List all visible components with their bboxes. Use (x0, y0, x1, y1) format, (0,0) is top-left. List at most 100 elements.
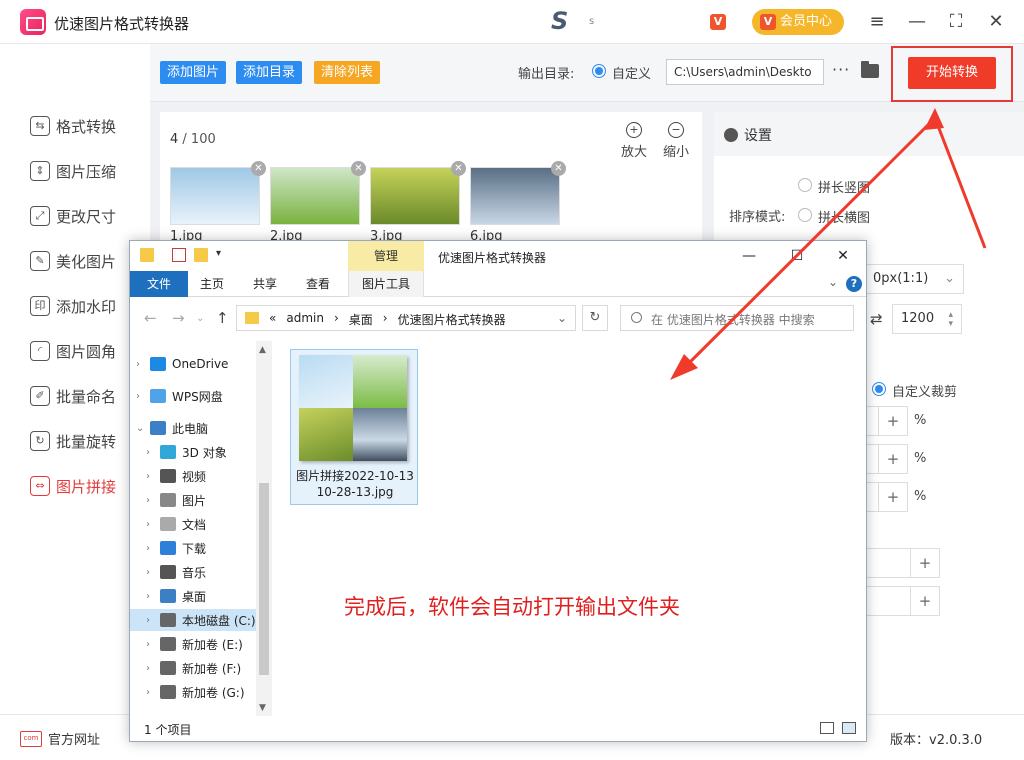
ribbon-home-tab[interactable]: 主页 (200, 271, 224, 297)
vertical-mode-radio[interactable] (798, 178, 812, 192)
output-path-input[interactable]: C:\Users\admin\Deskto (666, 59, 824, 85)
chevron-right-icon[interactable]: › (146, 567, 160, 578)
explorer-close-icon[interactable]: ✕ (828, 245, 858, 267)
zoom-in-button[interactable]: + 放大 (614, 122, 654, 160)
nav-item[interactable]: › 新加卷 (F:) (130, 657, 256, 679)
more-options-icon[interactable]: ··· (832, 60, 850, 79)
ribbon-share-tab[interactable]: 共享 (253, 271, 277, 297)
sidebar-item-format-convert[interactable]: ⇆ 格式转换 (30, 114, 116, 138)
image-thumbnail[interactable]: ✕ (370, 161, 466, 225)
nav-item[interactable]: › 下载 (130, 537, 256, 559)
ribbon-picture-tools-tab[interactable]: 图片工具 (348, 271, 424, 297)
sidebar-item-compress[interactable]: ⇕ 图片压缩 (30, 159, 116, 183)
start-convert-button[interactable]: 开始转换 (908, 57, 996, 89)
chevron-right-icon[interactable]: › (146, 471, 160, 482)
spacing-plus-button[interactable]: + (910, 586, 940, 616)
chevron-right-icon[interactable]: › (146, 615, 160, 626)
refresh-icon[interactable]: ↻ (582, 305, 608, 331)
zoom-out-button[interactable]: − 缩小 (656, 122, 696, 160)
close-icon[interactable]: ✕ (984, 10, 1008, 34)
properties-icon[interactable] (172, 248, 186, 262)
breadcrumb-item[interactable]: 优速图片格式转换器 (398, 311, 506, 330)
large-icons-view-icon[interactable] (842, 722, 856, 734)
vip-icon[interactable]: V (710, 14, 726, 30)
custom-crop-radio[interactable] (872, 382, 886, 396)
nav-item[interactable]: › 音乐 (130, 561, 256, 583)
sidebar-item-beautify[interactable]: ✎ 美化图片 (30, 249, 116, 273)
nav-item[interactable]: › 新加卷 (G:) (130, 681, 256, 703)
back-arrow-icon[interactable]: ← (144, 309, 157, 327)
chevron-right-icon[interactable]: › (136, 359, 150, 370)
explorer-minimize-icon[interactable]: — (734, 245, 764, 267)
nav-item[interactable]: › OneDrive (130, 353, 256, 375)
swap-icon[interactable]: ⇄ (870, 310, 883, 328)
horizontal-mode-radio[interactable] (798, 208, 812, 222)
nav-item[interactable]: › 3D 对象 (130, 441, 256, 463)
crop-top-plus-button[interactable]: + (878, 406, 908, 436)
remove-image-icon[interactable]: ✕ (451, 161, 466, 176)
remove-image-icon[interactable]: ✕ (551, 161, 566, 176)
chevron-right-icon[interactable]: › (146, 519, 160, 530)
chevron-right-icon[interactable]: › (146, 591, 160, 602)
recent-dropdown-icon[interactable]: ⌄ (196, 313, 204, 324)
scroll-up-icon[interactable]: ▲ (259, 345, 266, 355)
up-arrow-icon[interactable]: ↑ (216, 309, 229, 327)
ribbon-expand-icon[interactable]: ⌄ (828, 275, 838, 289)
chevron-down-icon[interactable]: ⌄ (136, 423, 150, 434)
chevron-right-icon[interactable]: › (146, 543, 160, 554)
quick-access-dropdown-icon[interactable]: ▾ (216, 248, 230, 262)
sidebar-item-stitch[interactable]: ⇔ 图片拼接 (30, 474, 116, 498)
sidebar-item-resize[interactable]: ⤢ 更改尺寸 (30, 204, 116, 228)
nav-item[interactable]: ⌄ 此电脑 (130, 417, 256, 439)
remove-image-icon[interactable]: ✕ (351, 161, 366, 176)
address-dropdown-icon[interactable]: ⌄ (557, 311, 567, 330)
minimize-icon[interactable]: — (905, 10, 929, 34)
breadcrumb-separator[interactable]: › (334, 311, 339, 330)
remove-image-icon[interactable]: ✕ (251, 161, 266, 176)
nav-item[interactable]: › 桌面 (130, 585, 256, 607)
scroll-down-icon[interactable]: ▼ (259, 703, 266, 713)
open-folder-icon[interactable] (861, 61, 879, 78)
details-view-icon[interactable] (820, 722, 834, 734)
menu-icon[interactable]: ≡ (865, 10, 889, 34)
crop-bottom-plus-button[interactable]: + (878, 444, 908, 474)
search-input[interactable]: 在 优速图片格式转换器 中搜索 (620, 305, 854, 331)
explorer-maximize-icon[interactable]: ☐ (782, 245, 812, 267)
image-thumbnail[interactable]: ✕ (170, 161, 266, 225)
help-icon[interactable]: ? (846, 276, 862, 292)
chevron-right-icon[interactable]: › (146, 639, 160, 650)
custom-output-radio[interactable] (592, 64, 606, 78)
add-image-button[interactable]: 添加图片 (160, 61, 227, 84)
spacing-input[interactable] (864, 586, 912, 616)
new-folder-icon[interactable] (194, 248, 208, 262)
stepper-icon[interactable]: ▴ ▾ (948, 311, 953, 329)
forward-arrow-icon[interactable]: → (172, 309, 185, 327)
add-folder-button[interactable]: 添加目录 (236, 61, 303, 84)
image-thumbnail[interactable]: ✕ (270, 161, 366, 225)
nav-item[interactable]: › 视频 (130, 465, 256, 487)
nav-item[interactable]: › 本地磁盘 (C:) (130, 609, 256, 631)
nav-item[interactable]: › 图片 (130, 489, 256, 511)
chevron-right-icon[interactable]: › (146, 663, 160, 674)
breadcrumb-item[interactable]: 桌面 (349, 311, 373, 330)
ribbon-view-tab[interactable]: 查看 (306, 271, 330, 297)
maximize-icon[interactable]: ⛶ (944, 10, 968, 34)
crop-left-plus-button[interactable]: + (878, 482, 908, 512)
nav-scrollbar[interactable]: ▲ ▼ (256, 341, 272, 716)
ribbon-file-tab[interactable]: 文件 (130, 271, 188, 297)
chevron-right-icon[interactable]: › (146, 447, 160, 458)
breadcrumb-separator[interactable]: « (269, 311, 276, 330)
chevron-right-icon[interactable]: › (146, 687, 160, 698)
margin-plus-button[interactable]: + (910, 548, 940, 578)
width-input[interactable]: 1200 ▴ ▾ (892, 304, 962, 334)
breadcrumb-separator[interactable]: › (383, 311, 388, 330)
sidebar-item-rename[interactable]: ✐ 批量命名 (30, 384, 116, 408)
image-thumbnail[interactable]: ✕ (470, 161, 566, 225)
breadcrumb-item[interactable]: admin (286, 311, 324, 330)
vip-center-button[interactable]: V 会员中心 (752, 9, 844, 35)
sidebar-item-watermark[interactable]: 印添加水印 (30, 294, 116, 318)
scroll-thumb[interactable] (259, 483, 269, 675)
clear-list-button[interactable]: 清除列表 (314, 61, 381, 84)
manage-tab[interactable]: 管理 (348, 241, 424, 271)
nav-item[interactable]: › WPS网盘 (130, 385, 256, 407)
